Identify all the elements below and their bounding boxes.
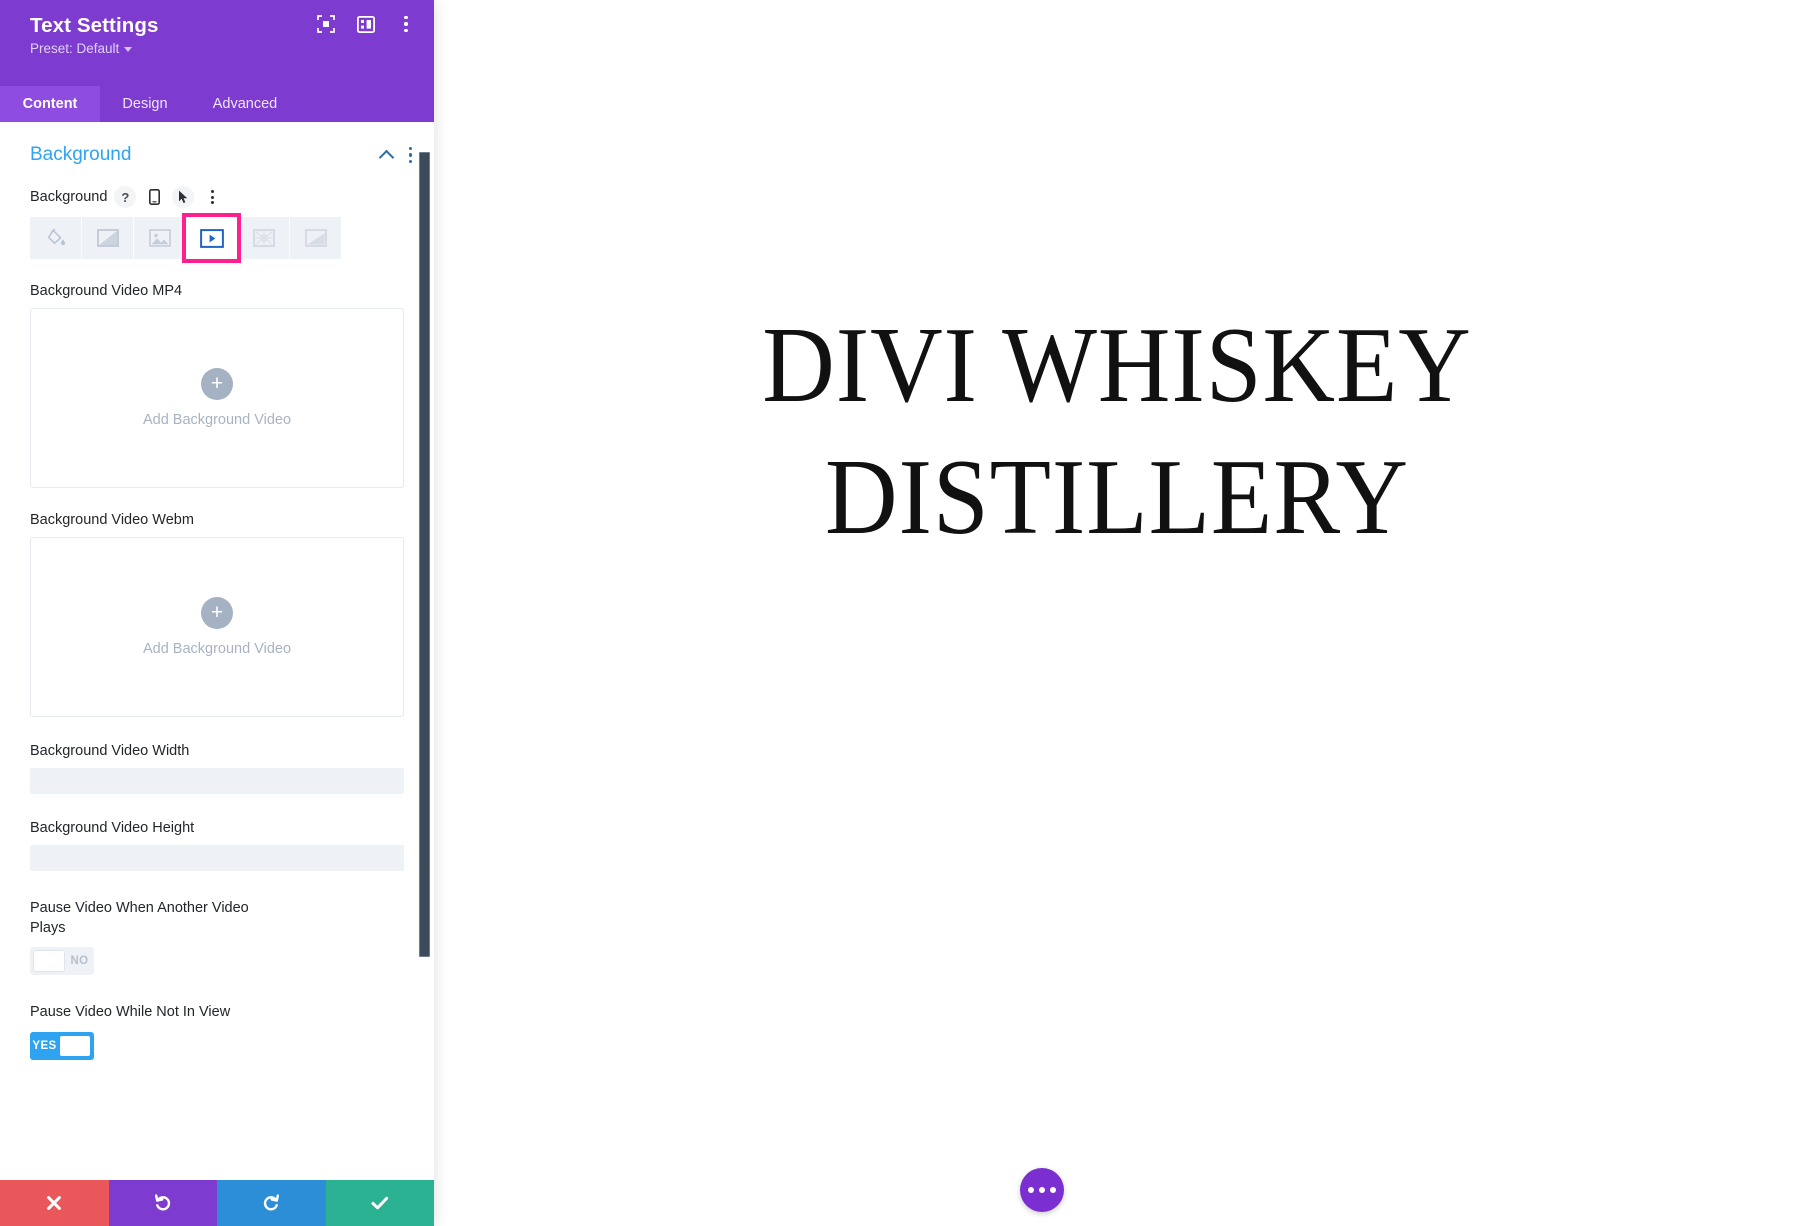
panel-header: Text Settings Preset: Default	[0, 0, 434, 86]
background-field-label-row: Background ?	[30, 186, 404, 208]
app-root: DIVI WHISKEY DISTILLERY Text Settings Pr…	[0, 0, 1800, 1226]
background-video-mp4-field: Background Video MP4 + Add Background Vi…	[0, 283, 434, 488]
mask-icon	[304, 229, 327, 247]
background-video-width-input[interactable]	[30, 768, 404, 794]
background-field: Background ?	[0, 186, 434, 208]
video-play-icon	[199, 228, 224, 248]
section-title-background[interactable]: Background	[30, 144, 131, 166]
background-type-image[interactable]	[134, 217, 185, 259]
close-icon	[45, 1194, 63, 1212]
kebab-dots	[404, 15, 408, 33]
section-more-options-icon[interactable]	[408, 146, 412, 164]
background-video-webm-label: Background Video Webm	[30, 512, 194, 528]
mobile-device-icon[interactable]	[143, 186, 165, 208]
preset-label: Preset: Default	[30, 40, 120, 56]
kebab-dot-3	[408, 159, 412, 164]
background-field-label: Background	[30, 189, 108, 205]
redo-button[interactable]	[217, 1180, 326, 1226]
pattern-icon	[252, 229, 275, 247]
background-type-gradient[interactable]	[82, 217, 133, 259]
pause-video-while-not-in-view-field: Pause Video While Not In View YES	[0, 1003, 434, 1060]
image-icon	[148, 229, 171, 247]
background-video-height-input[interactable]	[30, 845, 404, 871]
panel-scrollbar-track[interactable]	[419, 136, 432, 1166]
background-video-width-field: Background Video Width	[0, 743, 434, 794]
chevron-down-icon	[124, 47, 133, 53]
page-preview-canvas: DIVI WHISKEY DISTILLERY	[434, 0, 1800, 1226]
pause-video-while-not-in-view-toggle[interactable]: YES	[30, 1031, 94, 1060]
background-type-tabs	[0, 213, 434, 263]
preset-selector[interactable]: Preset: Default	[30, 41, 412, 57]
toggle-knob	[33, 950, 65, 973]
kebab-dot-3	[210, 201, 214, 205]
ellipsis-dot-2	[1039, 1187, 1045, 1193]
save-button[interactable]	[325, 1180, 434, 1226]
gradient-icon	[96, 229, 119, 247]
background-section-header: Background	[0, 122, 434, 166]
toggle-state-label: YES	[32, 1039, 57, 1052]
pause-video-when-another-plays-toggle[interactable]: NO	[30, 947, 94, 976]
panel-tabs: Content Design Advanced	[0, 86, 434, 122]
panel-body: Background Background ? Background Video…	[0, 122, 434, 1180]
background-video-height-field: Background Video Height	[0, 820, 434, 871]
tab-advanced[interactable]: Advanced	[190, 86, 300, 122]
kebab-dot-1	[210, 189, 214, 193]
add-background-video-mp4-button[interactable]: + Add Background Video	[30, 308, 404, 488]
background-video-height-label: Background Video Height	[30, 820, 195, 836]
kebab-dot-3	[404, 28, 408, 33]
pause-video-when-another-plays-label: Pause Video When Another Video Plays	[30, 900, 249, 936]
panel-header-icons	[316, 14, 416, 34]
pause-video-while-not-in-view-label: Pause Video While Not In View	[30, 1004, 231, 1021]
add-background-video-webm-label: Add Background Video	[142, 641, 292, 657]
panel-scrollbar-thumb[interactable]	[419, 152, 430, 957]
kebab-dots	[210, 189, 214, 205]
focus-icon[interactable]	[316, 14, 336, 34]
paint-bucket-icon	[46, 228, 66, 248]
background-video-webm-field: Background Video Webm + Add Background V…	[0, 512, 434, 717]
plus-icon: +	[201, 368, 233, 400]
undo-button[interactable]	[108, 1180, 217, 1226]
background-type-pattern[interactable]	[238, 217, 289, 259]
kebab-dot-1	[404, 15, 408, 20]
layout-panel-icon[interactable]	[356, 14, 376, 34]
toggle-knob	[59, 1034, 91, 1057]
background-video-width-label: Background Video Width	[30, 743, 190, 759]
toggle-state-label: NO	[70, 955, 89, 968]
text-settings-panel: Text Settings Preset: Default Content De…	[0, 0, 434, 1226]
ellipsis-dot-3	[1050, 1187, 1056, 1193]
background-video-mp4-label: Background Video MP4	[30, 283, 183, 299]
background-type-color[interactable]	[30, 217, 81, 259]
add-background-video-mp4-label: Add Background Video	[142, 412, 292, 428]
tab-design[interactable]: Design	[100, 86, 190, 122]
kebab-dot-1	[408, 146, 412, 151]
checkmark-icon	[370, 1194, 390, 1212]
question-mark-icon[interactable]: ?	[114, 186, 137, 208]
pause-video-when-another-plays-field: Pause Video When Another Video Plays NO	[0, 899, 434, 976]
hero-heading-line-2: DISTILLERY	[824, 437, 1409, 557]
background-type-mask[interactable]	[290, 217, 341, 259]
add-background-video-webm-button[interactable]: + Add Background Video	[30, 537, 404, 717]
cursor-pointer-icon[interactable]	[172, 186, 195, 208]
panel-scroll-area: Background Background ? Background Video…	[0, 122, 434, 1180]
background-more-options-icon[interactable]	[201, 186, 223, 208]
kebab-dot-2	[408, 153, 412, 157]
hero-heading[interactable]: DIVI WHISKEY DISTILLERY	[482, 300, 1752, 564]
more-options-icon[interactable]	[396, 14, 416, 34]
page-settings-fab[interactable]	[1020, 1168, 1064, 1212]
tab-content[interactable]: Content	[0, 86, 100, 122]
cancel-button[interactable]	[0, 1180, 109, 1226]
question-mark-glyph: ?	[121, 189, 130, 205]
undo-arrow-icon	[153, 1193, 173, 1213]
kebab-dot-2	[404, 22, 408, 26]
panel-action-bar	[0, 1180, 434, 1226]
hero-heading-line-1: DIVI WHISKEY	[762, 306, 1472, 425]
chevron-up-icon[interactable]	[379, 147, 395, 163]
ellipsis-dot-1	[1028, 1187, 1034, 1193]
kebab-dot-2	[210, 195, 214, 199]
plus-icon: +	[201, 597, 233, 629]
background-type-video[interactable]	[182, 213, 241, 263]
section-header-icons	[379, 146, 412, 164]
redo-arrow-icon	[261, 1193, 281, 1213]
